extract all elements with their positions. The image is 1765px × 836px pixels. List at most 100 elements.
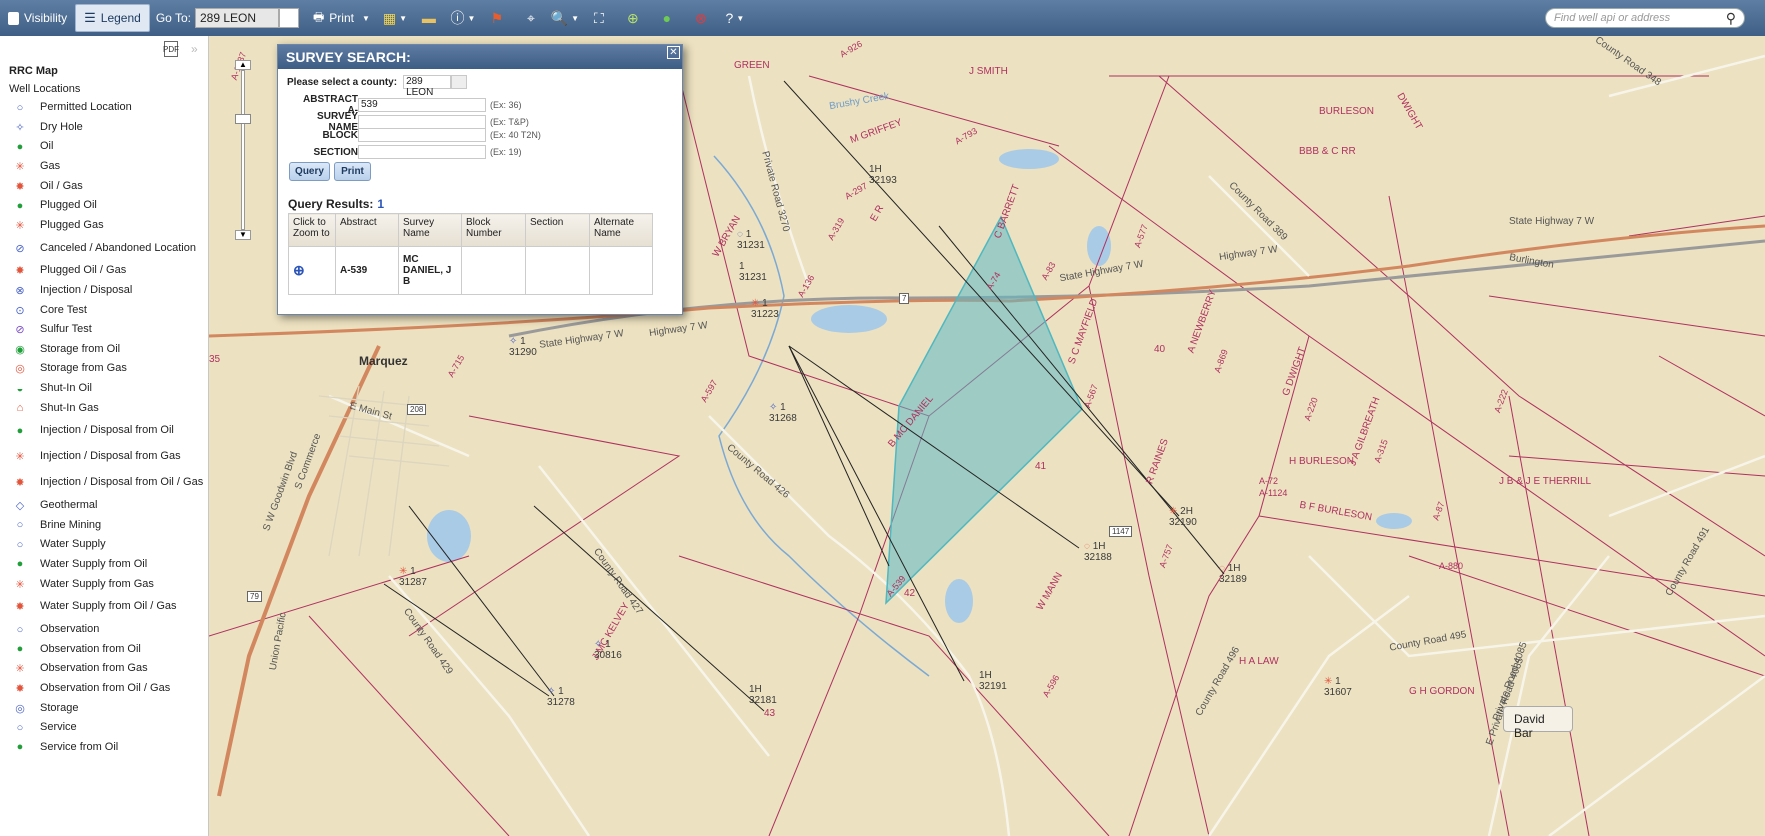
legend-item: ✳ Gas	[0, 157, 208, 177]
well-32189[interactable]: ◌ 1H 32189	[1219, 563, 1247, 585]
full-extent-button[interactable]: ⛶	[586, 5, 612, 31]
pdf-export-icon[interactable]: PDF	[163, 41, 179, 57]
globe-button[interactable]: ●	[654, 5, 680, 31]
print-menu-button[interactable]: 🖶 Print ▼	[305, 4, 378, 32]
block-label: BLOCK	[322, 129, 358, 141]
abstract-a1124: A-1124	[1259, 488, 1288, 498]
legend-item-label: Observation from Oil	[40, 642, 141, 655]
well-32191[interactable]: 1H 32191	[979, 670, 1007, 692]
legend-item: ⊙ Core Test	[0, 300, 208, 320]
zoom-magnifier-icon[interactable]: ⊕	[293, 262, 305, 278]
legend-section-title: Well Locations	[9, 83, 81, 95]
legend-item-label: Observation from Gas	[40, 662, 148, 675]
info-icon: ⓘ	[450, 10, 465, 26]
storage-gas-icon: ◎	[15, 363, 25, 376]
flag-button[interactable]: ⚑	[484, 5, 510, 31]
well-31278[interactable]: ✧ 1 31278	[547, 686, 575, 708]
well-32193[interactable]: 1H 32193	[869, 164, 897, 186]
user-menu-button[interactable]: David Bar	[1503, 706, 1573, 740]
legend-item: ✸ Plugged Oil / Gas	[0, 261, 208, 281]
print-label: Print	[329, 11, 354, 25]
print-button[interactable]: Print	[334, 162, 371, 181]
well-search-input[interactable]: Find well api or address ⚲	[1545, 8, 1745, 28]
block-41: 41	[1035, 461, 1047, 472]
canceled-location-icon: ⊘	[15, 242, 25, 255]
grid-icon: ▦	[382, 9, 397, 26]
goto-select-button[interactable]	[278, 8, 299, 28]
pond	[999, 149, 1059, 169]
well-31607[interactable]: ✳ 1 31607	[1324, 676, 1352, 698]
well-32190[interactable]: ✳ 2H 32190	[1169, 506, 1197, 528]
zoom-thumb[interactable]	[235, 114, 251, 124]
block-row: BLOCK (Ex: 40 T2N)	[293, 128, 541, 142]
locate-button[interactable]: ⊕	[620, 5, 646, 31]
well-32181[interactable]: 1H 32181	[749, 684, 777, 706]
geothermal-icon: ◇	[15, 500, 25, 513]
legend-item: ● Water Supply from Oil	[0, 555, 208, 575]
zoom-slider[interactable]: ▲ ▼	[235, 60, 251, 240]
zoom-out-button[interactable]: ▼	[235, 230, 251, 240]
survey-name-input[interactable]	[358, 115, 486, 129]
magnifier-icon: 🔍	[550, 9, 569, 26]
legend-item-label: Storage from Oil	[40, 342, 121, 355]
help-button[interactable]: ? ▼	[722, 5, 748, 31]
legend-item-label: Shut-In Oil	[40, 382, 92, 395]
table-row[interactable]: ⊕ A-539 MC DANIEL, J B	[288, 246, 653, 295]
shield-7: 7	[899, 293, 910, 304]
zoom-in-button[interactable]: ▲	[235, 60, 251, 70]
clear-button[interactable]: ⊗	[688, 5, 714, 31]
injection-disposal-icon: ⊗	[15, 285, 25, 298]
legend-item-label: Observation	[40, 623, 100, 636]
legend-item: ✳ Injection / Disposal from Gas	[0, 444, 208, 470]
legend-item-label: Water Supply from Gas	[40, 577, 154, 590]
legend-item-label: Dry Hole	[40, 120, 83, 133]
block-hint: (Ex: 40 T2N)	[490, 130, 541, 140]
service-oil-icon: ●	[16, 741, 24, 754]
well-31231-a[interactable]: ◌ 1 31231	[737, 229, 765, 251]
block-input[interactable]	[358, 128, 486, 142]
county-select[interactable]: 289 LEON	[403, 75, 452, 98]
well-31290[interactable]: ✧ 1 31290	[509, 336, 537, 358]
query-button[interactable]: Query	[289, 162, 330, 181]
crosshair-button[interactable]: ⌖	[518, 5, 544, 31]
legend-item-label: Plugged Oil	[40, 199, 97, 212]
service-icon: ○	[16, 721, 24, 734]
legend-button[interactable]: ☰ Legend	[75, 4, 150, 32]
globe-icon: ●	[662, 10, 672, 26]
county-select-arrow[interactable]	[451, 75, 468, 89]
layers-button[interactable]: ▬	[416, 5, 442, 31]
goto-input[interactable]: 289 LEON	[194, 8, 279, 28]
close-panel-icon[interactable]: »	[191, 42, 198, 56]
col-alternate-name: Alternate Name	[589, 213, 653, 247]
legend-item: ● Plugged Oil	[0, 196, 208, 216]
block-cell	[461, 246, 526, 295]
zoom-to-cell[interactable]: ⊕	[288, 246, 336, 295]
well-32188[interactable]: ◌ 1H 32188	[1084, 541, 1112, 563]
legend-item: ✸ Oil / Gas	[0, 176, 208, 196]
search-icon[interactable]: ⚲	[1726, 10, 1736, 27]
info-button[interactable]: ⓘ ▼	[450, 5, 476, 31]
well-31268[interactable]: ✧ 1 31268	[769, 402, 797, 424]
legend-item: ✸ Observation from Oil / Gas	[0, 679, 208, 699]
basemap-grid-button[interactable]: ▦ ▼	[382, 5, 408, 31]
col-survey-name: Survey Name	[398, 213, 462, 247]
legend-item: ✳ Observation from Gas	[0, 659, 208, 679]
well-30816[interactable]: ✧ 1 30816	[594, 639, 622, 661]
visibility-button[interactable]: Visibility	[0, 4, 75, 32]
well-31287[interactable]: ✳ 1 31287	[399, 566, 427, 588]
oil-gas-icon: ✸	[15, 180, 25, 193]
legend-item-label: Core Test	[40, 303, 87, 316]
zoom-menu-button[interactable]: 🔍 ▼	[550, 5, 579, 31]
abstract-input[interactable]: 539	[358, 98, 486, 112]
legend-item-label: Permitted Location	[40, 101, 132, 114]
alternate-name-cell	[589, 246, 653, 295]
legend-item: ⊘ Sulfur Test	[0, 320, 208, 340]
well-31231-b[interactable]: 1 31231	[739, 261, 767, 283]
well-31223[interactable]: ✳ 1 31223	[751, 298, 779, 320]
legend-item-label: Plugged Gas	[40, 218, 104, 231]
zoom-track[interactable]	[241, 70, 245, 230]
legend-item-label: Sulfur Test	[40, 323, 92, 336]
section-input[interactable]	[358, 145, 486, 159]
dialog-close-icon[interactable]: ✕	[667, 46, 680, 59]
col-abstract: Abstract	[335, 213, 399, 247]
